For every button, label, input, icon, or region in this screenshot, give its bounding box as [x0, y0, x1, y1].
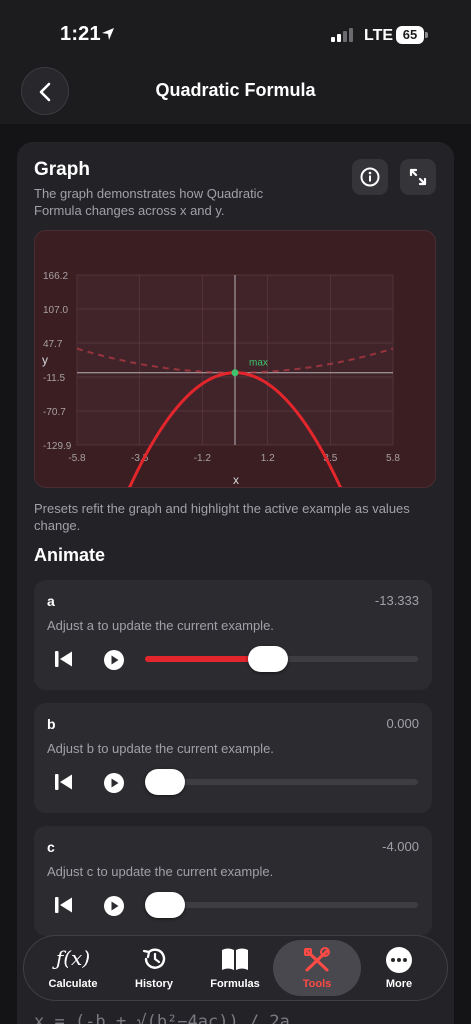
x-axis-label: x — [233, 473, 239, 487]
y-tick-label: 166.2 — [43, 271, 68, 282]
battery-level: 65 — [402, 27, 418, 42]
slider-name: b — [47, 716, 56, 732]
play-icon[interactable] — [103, 772, 125, 794]
skip-back-icon[interactable] — [54, 650, 74, 668]
tab-calculate[interactable]: ƒ(x) Calculate — [32, 936, 114, 1000]
tools-icon — [273, 946, 361, 979]
x-tick-label: -5.8 — [68, 453, 86, 464]
slider-thumb[interactable] — [145, 769, 185, 795]
vertex-marker — [231, 369, 239, 377]
page-title: Quadratic Formula — [155, 80, 316, 100]
status-bar: 1:21 LTE 65 — [0, 0, 471, 62]
book-icon — [194, 946, 276, 977]
tab-formulas[interactable]: Formulas — [194, 936, 276, 1000]
presets-note: Presets refit the graph and highlight th… — [34, 501, 410, 533]
x-tick-label: 1.2 — [261, 453, 275, 464]
y-tick-label: -70.7 — [43, 407, 66, 418]
more-icon — [358, 946, 440, 979]
slider-card-c: c -4.000 Adjust c to update the current … — [34, 826, 432, 936]
location-arrow-icon — [102, 28, 114, 40]
slider-value: -4.000 — [382, 839, 419, 854]
graph-card: Graph The graph demonstrates how Quadrat… — [17, 142, 454, 1024]
slider-name: a — [47, 593, 55, 609]
slider-name: c — [47, 839, 55, 855]
tab-history[interactable]: History — [113, 936, 195, 1000]
slider-description: Adjust a to update the current example. — [47, 618, 274, 633]
formula-peek: x = (-b ± √(b²−4ac)) / 2a — [34, 1012, 290, 1024]
fx-icon: ƒ(x) — [55, 946, 91, 970]
y-tick-label: -129.9 — [43, 441, 72, 452]
battery-icon: 65 — [396, 26, 428, 44]
y-tick-label: 107.0 — [43, 305, 68, 316]
graph-plot[interactable]: 166.2 107.0 47.7 -11.5 -70.7 -129.9 -5.8 -3.5 -1… — [34, 230, 436, 488]
vertex-label: max — [249, 358, 268, 369]
expand-icon — [409, 168, 427, 186]
animate-title: Animate — [34, 545, 106, 565]
signal-icon — [331, 28, 353, 42]
graph-title: Graph — [34, 159, 90, 180]
tab-label: History — [135, 978, 173, 990]
play-icon[interactable] — [103, 895, 125, 917]
tab-label: Tools — [302, 978, 332, 990]
y-tick-label: -11.5 — [43, 373, 65, 384]
play-icon[interactable] — [103, 649, 125, 671]
y-tick-label: 47.7 — [43, 339, 63, 350]
x-tick-label: -1.2 — [194, 453, 212, 464]
content-area: Graph The graph demonstrates how Quadrat… — [0, 124, 471, 1024]
tab-tools[interactable]: Tools — [273, 940, 361, 996]
skip-back-icon[interactable] — [54, 773, 74, 791]
skip-back-icon[interactable] — [54, 896, 74, 914]
slider-description: Adjust b to update the current example. — [47, 741, 274, 756]
history-icon — [113, 946, 195, 977]
info-icon — [360, 167, 380, 187]
slider-track[interactable] — [145, 902, 418, 908]
graph-description: The graph demonstrates how Quadratic For… — [34, 186, 264, 218]
x-tick-label: 5.8 — [386, 453, 400, 464]
status-time: 1:21 — [60, 23, 101, 45]
tab-more[interactable]: More — [358, 936, 440, 1000]
graph-svg: 166.2107.047.7-11.5-70.7-129.9-5.8 -3.5 -1… — [42, 271, 400, 487]
tab-label: Calculate — [48, 978, 98, 990]
tab-bar: ƒ(x) Calculate History Formulas Tools Mo… — [23, 935, 448, 1001]
y-axis-label: y — [42, 353, 48, 367]
slider-value: -13.333 — [374, 593, 419, 608]
info-button[interactable] — [352, 159, 388, 195]
expand-button[interactable] — [400, 159, 436, 195]
slider-card-a: a -13.333 Adjust a to update the current… — [34, 580, 432, 690]
tab-label: More — [385, 978, 413, 990]
slider-card-b: b 0.000 Adjust b to update the current e… — [34, 703, 432, 813]
slider-track[interactable] — [145, 779, 418, 785]
slider-thumb[interactable] — [145, 892, 185, 918]
tab-label: Formulas — [210, 978, 260, 990]
network-label: LTE — [364, 27, 394, 44]
slider-thumb[interactable] — [247, 646, 288, 672]
nav-bar: Quadratic Formula — [0, 62, 471, 124]
slider-description: Adjust c to update the current example. — [47, 864, 274, 879]
slider-value: 0.000 — [386, 716, 419, 731]
